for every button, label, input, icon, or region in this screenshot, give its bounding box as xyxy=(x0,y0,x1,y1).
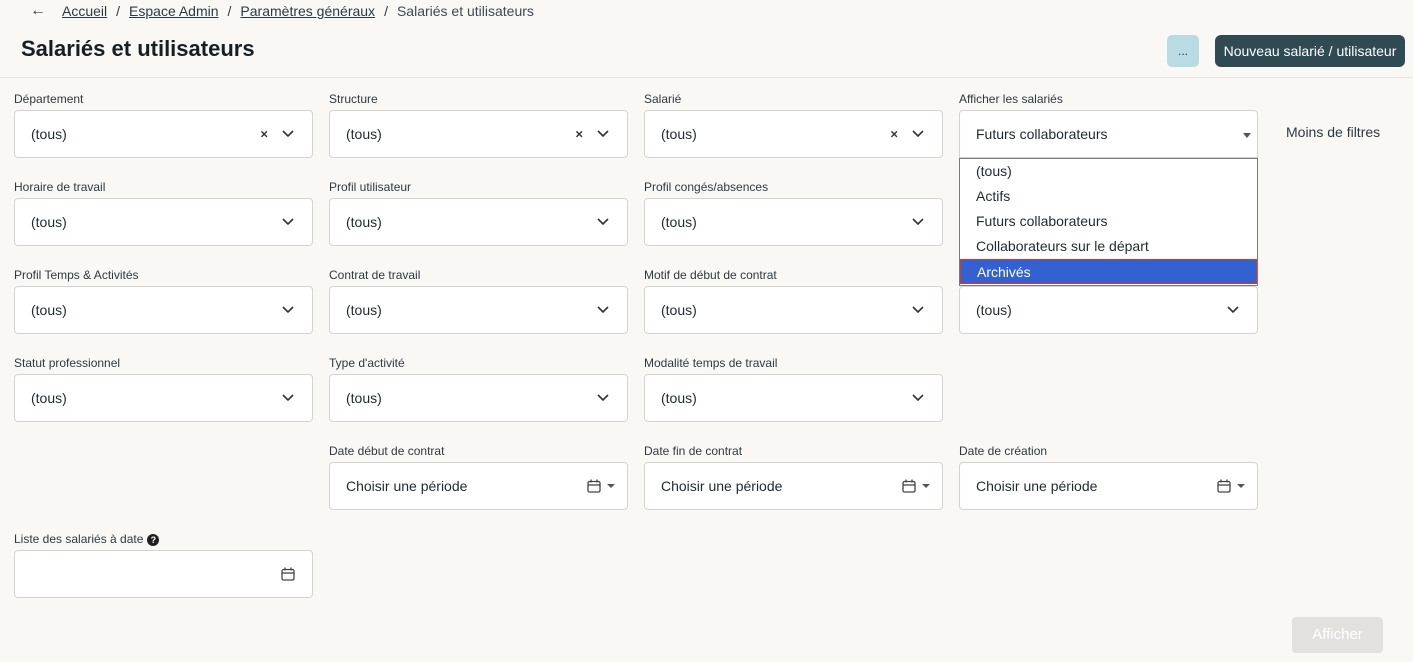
date-creation-picker[interactable]: Choisir une période xyxy=(959,462,1258,510)
dropdown-option-tous[interactable]: (tous) xyxy=(960,159,1257,184)
dropdown-option-actifs[interactable]: Actifs xyxy=(960,184,1257,209)
chevron-down-icon xyxy=(912,218,924,226)
less-filters-link[interactable]: Moins de filtres xyxy=(1286,124,1380,140)
caret-down-icon xyxy=(922,484,930,488)
horaire-select[interactable]: (tous) xyxy=(14,198,313,246)
dropdown-option-archives[interactable]: Archivés xyxy=(960,259,1257,284)
profil-temps-label: Profil Temps & Activités xyxy=(14,268,139,282)
breadcrumb-parametres[interactable]: Paramètres généraux xyxy=(240,3,375,19)
breadcrumb-current: Salariés et utilisateurs xyxy=(396,3,534,19)
breadcrumb: ← Accueil / Espace Admin / Paramètres gé… xyxy=(30,2,534,20)
dropdown-option-depart[interactable]: Collaborateurs sur le départ xyxy=(960,234,1257,259)
breadcrumb-accueil[interactable]: Accueil xyxy=(62,3,107,19)
type-activite-select[interactable]: (tous) xyxy=(329,374,628,422)
col4-row3-select[interactable]: (tous) xyxy=(959,286,1258,334)
calendar-icon xyxy=(281,567,295,581)
clear-icon[interactable]: × xyxy=(575,127,583,142)
clear-icon[interactable]: × xyxy=(260,127,268,142)
salarie-select[interactable]: (tous) × xyxy=(644,110,943,158)
motif-value: (tous) xyxy=(661,302,697,318)
motif-select[interactable]: (tous) xyxy=(644,286,943,334)
breadcrumb-separator: / xyxy=(227,3,232,19)
contrat-value: (tous) xyxy=(346,302,382,318)
chevron-down-icon xyxy=(597,306,609,314)
afficher-select[interactable]: Futurs collaborateurs xyxy=(959,110,1258,158)
chevron-down-icon xyxy=(282,394,294,402)
statut-label: Statut professionnel xyxy=(14,356,121,370)
date-debut-label: Date début de contrat xyxy=(329,444,445,458)
caret-down-icon xyxy=(607,484,615,488)
date-fin-value: Choisir une période xyxy=(661,478,783,494)
breadcrumb-separator: / xyxy=(384,3,388,19)
chevron-down-icon xyxy=(282,130,294,138)
date-debut-picker[interactable]: Choisir une période xyxy=(329,462,628,510)
departement-select[interactable]: (tous) × xyxy=(14,110,313,158)
profil-temps-select[interactable]: (tous) xyxy=(14,286,313,334)
chevron-down-icon xyxy=(1227,306,1239,314)
afficher-label: Afficher les salariés xyxy=(959,92,1063,106)
profil-utilisateur-select[interactable]: (tous) xyxy=(329,198,628,246)
structure-value: (tous) xyxy=(346,126,382,142)
caret-down-icon xyxy=(1237,484,1245,488)
profil-utilisateur-label: Profil utilisateur xyxy=(329,180,412,194)
more-actions-button[interactable]: ... xyxy=(1167,35,1199,67)
statut-select[interactable]: (tous) xyxy=(14,374,313,422)
chevron-down-icon xyxy=(597,130,609,138)
new-employee-button[interactable]: Nouveau salarié / utilisateur xyxy=(1215,35,1405,67)
help-icon[interactable]: ? xyxy=(147,533,160,546)
caret-down-icon xyxy=(1243,133,1251,138)
header-divider xyxy=(0,77,1413,78)
profil-temps-value: (tous) xyxy=(31,302,67,318)
clear-icon[interactable]: × xyxy=(890,127,898,142)
date-fin-picker[interactable]: Choisir une période xyxy=(644,462,943,510)
structure-label: Structure xyxy=(329,92,378,106)
chevron-down-icon xyxy=(912,394,924,402)
arrow-left-icon[interactable]: ← xyxy=(30,2,46,20)
motif-label: Motif de début de contrat xyxy=(644,268,777,282)
date-creation-label: Date de création xyxy=(959,444,1048,458)
calendar-icon xyxy=(902,479,916,493)
type-activite-value: (tous) xyxy=(346,390,382,406)
salarie-label: Salarié xyxy=(644,92,682,106)
contrat-select[interactable]: (tous) xyxy=(329,286,628,334)
profil-conges-select[interactable]: (tous) xyxy=(644,198,943,246)
liste-date-label-text: Liste des salariés à date xyxy=(14,532,144,546)
statut-value: (tous) xyxy=(31,390,67,406)
calendar-icon xyxy=(1217,479,1231,493)
date-creation-value: Choisir une période xyxy=(976,478,1098,494)
breadcrumb-separator: / xyxy=(116,3,121,19)
modalite-value: (tous) xyxy=(661,390,697,406)
chevron-down-icon xyxy=(912,130,924,138)
chevron-down-icon xyxy=(912,306,924,314)
modalite-select[interactable]: (tous) xyxy=(644,374,943,422)
date-fin-label: Date fin de contrat xyxy=(644,444,743,458)
structure-select[interactable]: (tous) × xyxy=(329,110,628,158)
chevron-down-icon xyxy=(282,218,294,226)
page-title: Salariés et utilisateurs xyxy=(21,36,255,61)
contrat-label: Contrat de travail xyxy=(329,268,421,282)
breadcrumb-espace-admin[interactable]: Espace Admin xyxy=(129,3,219,19)
salarie-value: (tous) xyxy=(661,126,697,142)
horaire-label: Horaire de travail xyxy=(14,180,106,194)
calendar-icon xyxy=(587,479,601,493)
dropdown-option-futurs[interactable]: Futurs collaborateurs xyxy=(960,209,1257,234)
liste-date-picker[interactable] xyxy=(14,550,313,598)
afficher-dropdown-list: (tous) Actifs Futurs collaborateurs Coll… xyxy=(959,158,1258,286)
afficher-value: Futurs collaborateurs xyxy=(976,126,1108,142)
chevron-down-icon xyxy=(597,394,609,402)
horaire-value: (tous) xyxy=(31,214,67,230)
chevron-down-icon xyxy=(282,306,294,314)
departement-label: Département xyxy=(14,92,84,106)
type-activite-label: Type d'activité xyxy=(329,356,405,370)
chevron-down-icon xyxy=(597,218,609,226)
col4-row3-value: (tous) xyxy=(976,302,1012,318)
profil-conges-value: (tous) xyxy=(661,214,697,230)
date-debut-value: Choisir une période xyxy=(346,478,468,494)
departement-value: (tous) xyxy=(31,126,67,142)
modalite-label: Modalité temps de travail xyxy=(644,356,778,370)
profil-utilisateur-value: (tous) xyxy=(346,214,382,230)
profil-conges-label: Profil congés/absences xyxy=(644,180,769,194)
liste-date-label: Liste des salariés à date? xyxy=(14,532,160,546)
show-button[interactable]: Afficher xyxy=(1292,617,1383,653)
